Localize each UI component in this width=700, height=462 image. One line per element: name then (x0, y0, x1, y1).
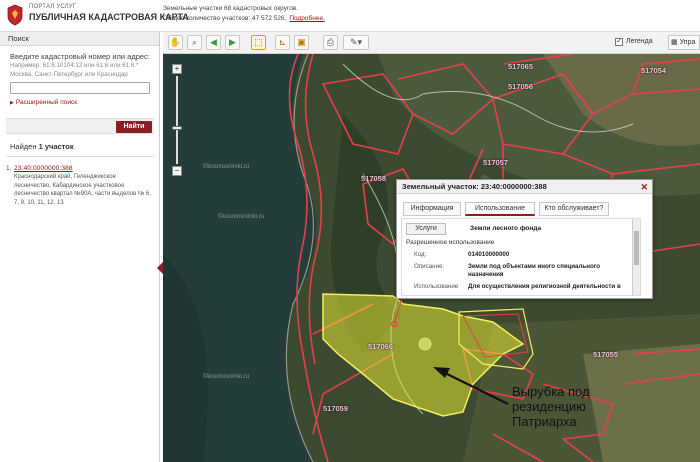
parcel-label: 517058 (361, 174, 387, 183)
header-info-districts: Земельные участки 68 кадастровых округов… (163, 5, 299, 12)
parcel-label: 517056 (508, 82, 534, 91)
usage-value: Для осуществления религиозной деятельнос… (468, 283, 621, 290)
services-button[interactable]: Услуги (406, 223, 446, 235)
result-description: Краснодарский край, Геленджикское леснич… (14, 174, 151, 206)
tab-info[interactable]: Информация (403, 202, 461, 216)
map-watermark: ©kosmosnimki.ru (203, 164, 250, 170)
zoom-out-icon[interactable]: − (172, 166, 182, 176)
back-arrow-icon[interactable]: ◀ (206, 35, 221, 50)
app-root: ПОРТАЛ УСЛУГ ПУБЛИЧНАЯ КАДАСТРОВАЯ КАРТА… (0, 0, 700, 462)
zoom-control[interactable]: + − (172, 64, 182, 176)
parcel-info-popup: Земельный участок: 23:40:0000000:388 ✕ И… (396, 179, 653, 299)
tab-usage[interactable]: Использование (465, 202, 535, 216)
area-icon[interactable]: ▣ (294, 35, 309, 50)
zoom-in-icon[interactable]: + (172, 64, 182, 74)
scrollbar-thumb[interactable] (634, 231, 639, 265)
legend-checkbox[interactable]: ✓ (615, 38, 623, 46)
zoom-box-icon[interactable]: ⌕ (187, 35, 202, 50)
annotation-text: Вырубка под резиденцию Патриарха (512, 384, 590, 429)
map-toolbar: ✋ ⌕ ◀ ▶ ⬚ ⊾ ▣ ⎙ ✎▾ ✓ Легенда ▦ Упра (163, 32, 700, 54)
advanced-search-link[interactable]: ▶ Расширенный поиск (10, 99, 77, 106)
popup-content: Услуги Земли лесного фонда Разрешенное и… (401, 218, 641, 296)
pan-hand-icon[interactable]: ✋ (168, 35, 183, 50)
search-prompt: Введите кадастровый номер или адрес: (10, 52, 150, 61)
description-label: Описание: (414, 263, 445, 270)
found-count: 1 участок (38, 142, 74, 151)
parcel-label: 517059 (323, 404, 349, 413)
forward-arrow-icon[interactable]: ▶ (225, 35, 240, 50)
total-parcels-text: Общее количество участков: 47 572 526. (163, 15, 287, 22)
parcel-label: 517066 (368, 342, 394, 351)
parcel-label: 517057 (483, 158, 509, 167)
search-input[interactable] (10, 82, 150, 94)
link-dropdown-icon[interactable]: ✎▾ (343, 35, 369, 50)
close-icon[interactable]: ✕ (640, 182, 648, 193)
manage-label: Упра (679, 39, 696, 46)
parcel-label: 517055 (593, 350, 619, 359)
zoom-slider-handle[interactable] (172, 126, 182, 130)
manage-layers-button[interactable]: ▦ Упра (668, 35, 700, 50)
triangle-right-icon: ▶ (10, 100, 14, 106)
tab-who-serves[interactable]: Кто обслуживает? (539, 202, 609, 216)
code-label: Код: (414, 251, 427, 258)
code-value: 014010000000 (468, 251, 510, 258)
popup-scrollbar[interactable] (632, 219, 640, 295)
find-button[interactable]: Найти (116, 121, 152, 133)
result-number: 1. (6, 165, 12, 172)
search-panel: Поиск Введите кадастровый номер или адре… (0, 32, 160, 462)
measure-icon[interactable]: ⊾ (275, 35, 290, 50)
land-category-value: Земли лесного фонда (470, 225, 542, 232)
result-cadastral-link[interactable]: 23:40:0000000:388 (14, 165, 152, 172)
zoom-track[interactable] (176, 76, 178, 164)
found-summary: Найден 1 участок (10, 142, 74, 151)
portal-label: ПОРТАЛ УСЛУГ (29, 4, 77, 10)
header-info-total: Общее количество участков: 47 572 526. По… (163, 15, 325, 22)
parcel-label: 517065 (508, 62, 534, 71)
search-hint-example: Например: 61:6:10104:12 или 61:6 или 61:… (10, 62, 139, 69)
search-hint-cities: Москва, Санкт-Петербург или Краснодар (10, 71, 128, 78)
app-header: ПОРТАЛ УСЛУГ ПУБЛИЧНАЯ КАДАСТРОВАЯ КАРТА… (0, 0, 700, 32)
identify-icon[interactable]: ⬚ (251, 35, 266, 50)
more-link[interactable]: Подробнее. (289, 15, 325, 22)
map-watermark: ©kosmosnimki.ru (203, 374, 250, 380)
parcel-label: 517054 (641, 66, 667, 75)
result-item[interactable]: 1. 23:40:0000000:388 Краснодарский край,… (6, 165, 152, 207)
description-value: Земли под объектами иного специального н… (468, 263, 600, 278)
coat-of-arms-icon[interactable] (6, 4, 24, 26)
usage-label: Использование (414, 283, 459, 290)
map-watermark: ©kosmosnimki.ru (218, 214, 265, 220)
layers-grid-icon: ▦ (671, 39, 678, 46)
print-icon[interactable]: ⎙ (323, 35, 338, 50)
results-divider (6, 156, 154, 157)
permitted-use-title: Разрешенное использование (406, 239, 495, 246)
search-panel-title: Поиск (0, 32, 159, 46)
found-prefix: Найден (10, 142, 37, 151)
legend-label: Легенда (626, 38, 653, 45)
popup-title: Земельный участок: 23:40:0000000:388 (397, 180, 652, 194)
advanced-search-label: Расширенный поиск (15, 99, 78, 106)
